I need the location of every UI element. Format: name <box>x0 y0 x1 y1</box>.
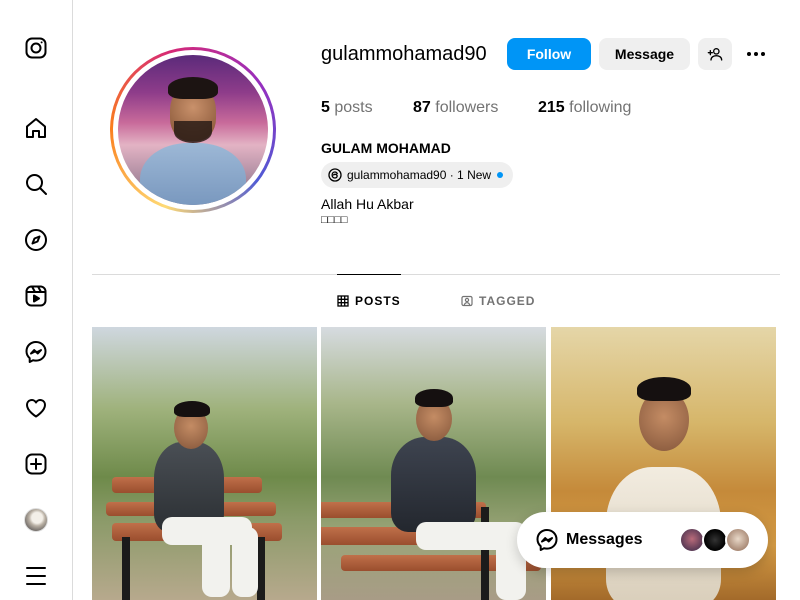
profile-avatar[interactable] <box>24 508 48 532</box>
threads-icon <box>328 168 342 182</box>
plus-square-icon[interactable] <box>24 452 48 476</box>
posts-label: posts <box>334 99 373 116</box>
more-options-icon[interactable] <box>744 42 768 66</box>
tagged-icon <box>461 295 473 307</box>
profile-full-name: GULAM MOHAMAD <box>321 140 451 156</box>
post-thumbnail[interactable] <box>321 327 546 600</box>
messages-popup[interactable]: Messages <box>517 512 768 568</box>
avatar <box>725 527 751 553</box>
compass-icon[interactable] <box>24 228 48 252</box>
profile-username: gulammohamad90 <box>321 43 487 65</box>
following-count: 215 <box>538 99 565 116</box>
search-icon[interactable] <box>24 172 48 196</box>
posts-stat: 5 posts <box>321 99 373 117</box>
profile-picture-ring[interactable] <box>110 47 276 213</box>
instagram-logo-icon[interactable] <box>24 36 48 60</box>
hamburger-icon[interactable] <box>24 564 48 588</box>
post-thumbnail[interactable] <box>92 327 317 600</box>
messenger-icon <box>536 529 558 551</box>
follow-button[interactable]: Follow <box>507 38 591 70</box>
threads-text: gulammohamad90 · 1 New <box>347 168 492 182</box>
message-button[interactable]: Message <box>599 38 690 70</box>
threads-link[interactable]: gulammohamad90 · 1 New <box>321 162 514 188</box>
followers-stat[interactable]: 87 followers <box>413 99 498 117</box>
grid-icon <box>337 295 349 307</box>
tab-tagged-label: TAGGED <box>479 294 536 308</box>
new-indicator-dot <box>497 172 504 178</box>
sidebar <box>0 0 73 600</box>
suggested-users-button[interactable] <box>698 38 732 70</box>
bio-line-1: Allah Hu Akbar <box>321 196 414 212</box>
following-label: following <box>569 99 632 116</box>
tab-posts-label: POSTS <box>355 294 401 308</box>
messenger-icon[interactable] <box>24 340 48 364</box>
messages-label: Messages <box>566 531 643 548</box>
heart-icon[interactable] <box>24 396 48 420</box>
home-icon[interactable] <box>24 116 48 140</box>
posts-count: 5 <box>321 99 330 116</box>
following-stat[interactable]: 215 following <box>538 99 631 117</box>
bio-line-2: □□□□ <box>321 214 348 226</box>
active-tab-indicator <box>337 274 401 275</box>
reels-icon[interactable] <box>24 284 48 308</box>
add-user-icon <box>707 48 723 61</box>
tab-posts[interactable]: POSTS <box>337 294 401 308</box>
followers-label: followers <box>435 99 499 116</box>
profile-picture <box>118 55 268 205</box>
tabs-divider <box>92 274 780 275</box>
profile-picture-border <box>113 50 273 210</box>
tab-tagged[interactable]: TAGGED <box>461 294 535 308</box>
followers-count: 87 <box>413 99 431 116</box>
